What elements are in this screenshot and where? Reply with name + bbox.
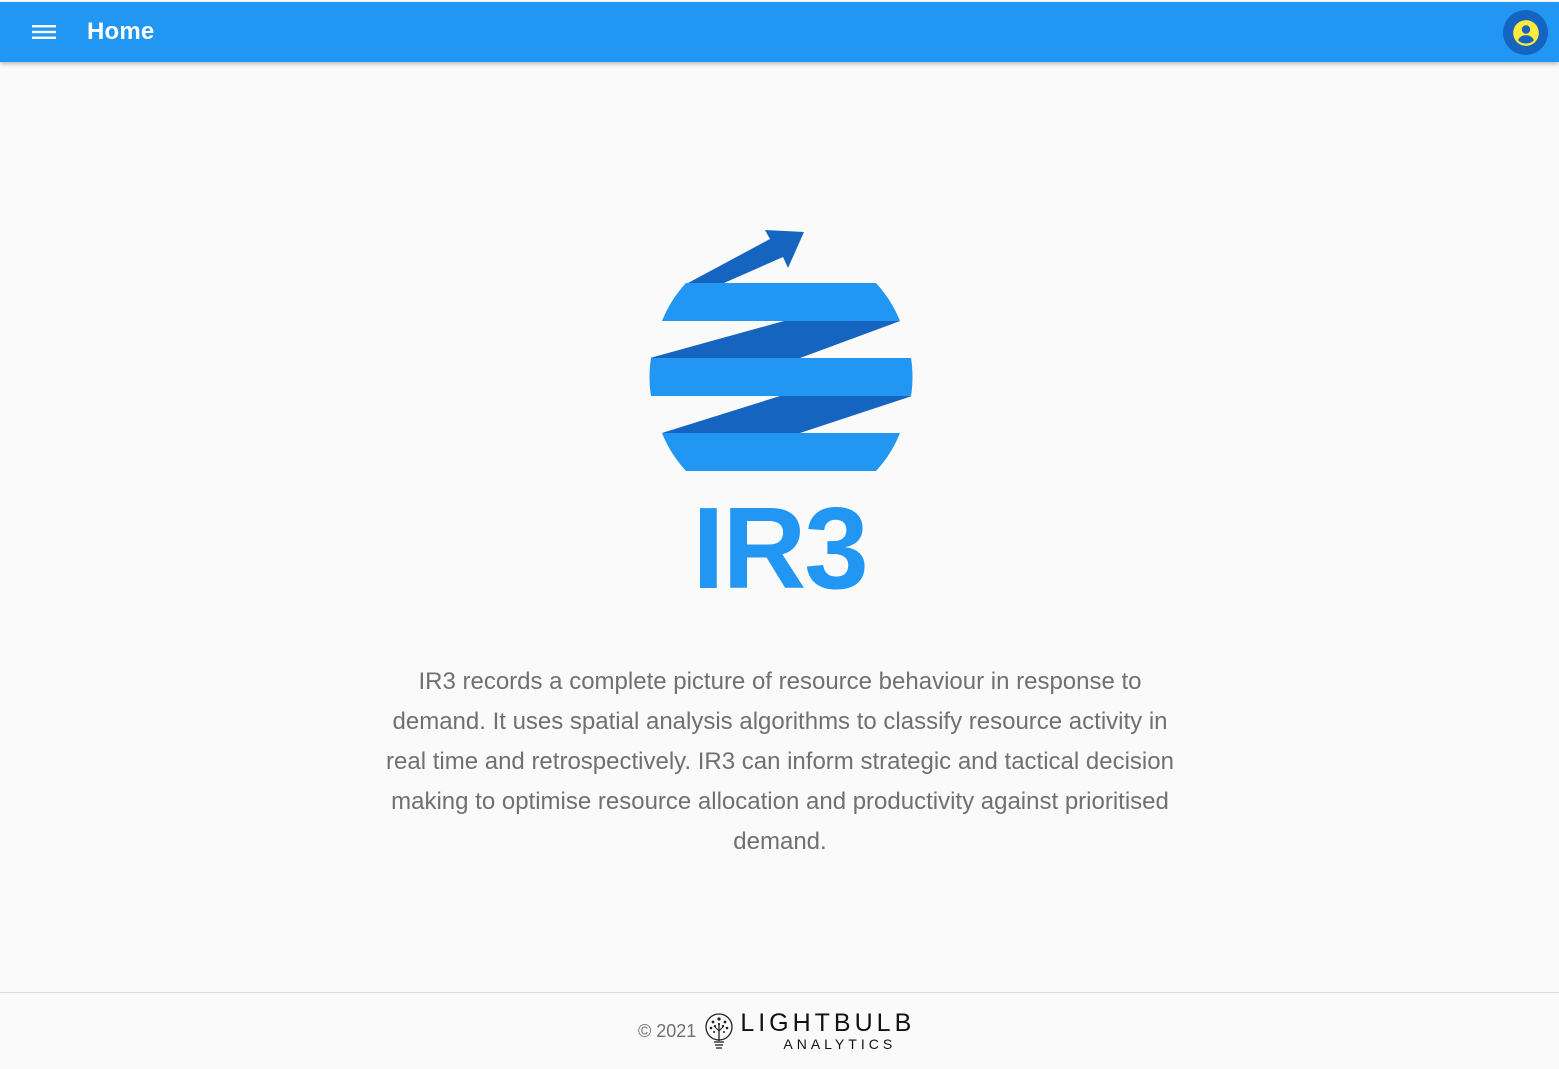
menu-icon <box>32 25 56 39</box>
company-name: LIGHTBULB ANALYTICS <box>740 1010 915 1052</box>
brand-name: IR3 <box>692 483 869 613</box>
page-title: Home <box>87 18 155 45</box>
account-button[interactable] <box>1503 10 1548 55</box>
footer: © 2021 LIGHTBULB ANALYTICS <box>0 992 1559 1069</box>
menu-button[interactable] <box>24 12 64 52</box>
company-logo[interactable]: LIGHTBULB ANALYTICS <box>702 1010 915 1052</box>
company-name-main: LIGHTBULB <box>740 1009 916 1037</box>
app-bar: Home <box>0 2 1559 62</box>
account-circle-icon <box>1512 19 1539 46</box>
product-description: IR3 records a complete picture of resour… <box>386 668 1174 855</box>
footer-content: © 2021 LIGHTBULB ANALYTICS <box>638 1009 915 1053</box>
company-name-sub: ANALYTICS <box>783 1036 897 1052</box>
lightbulb-tree-icon <box>705 1013 733 1049</box>
ir3-logo <box>640 215 920 485</box>
ir3-globe-arrow-icon <box>649 230 913 471</box>
copyright-text: © 2021 <box>638 1020 697 1041</box>
